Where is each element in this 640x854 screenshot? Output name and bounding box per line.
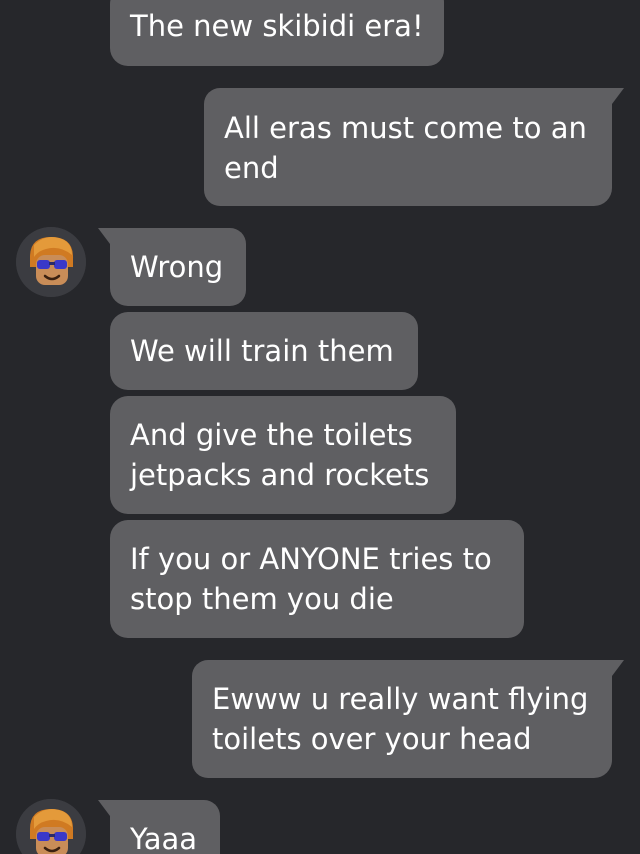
message-text: toilets over your head bbox=[212, 722, 532, 756]
message-text: stop them you die bbox=[130, 582, 394, 616]
message-text: And give the toilets bbox=[130, 418, 413, 452]
message-bubble-incoming[interactable]: Yaaa bbox=[98, 800, 220, 854]
message-bubble-outgoing[interactable]: All eras must come to an end bbox=[204, 88, 624, 206]
message-text: Ewww u really want flying bbox=[212, 682, 589, 716]
message-bubble-incoming[interactable]: And give the toilets jetpacks and rocket… bbox=[110, 396, 456, 514]
message-text: Yaaa bbox=[130, 822, 198, 854]
chat-thread: The new skibidi era! All eras must come … bbox=[0, 0, 640, 854]
message-bubble-incoming[interactable]: If you or ANYONE tries to stop them you … bbox=[110, 520, 524, 638]
avatar-image bbox=[16, 799, 86, 854]
user-avatar-icon[interactable] bbox=[16, 799, 86, 854]
message-text: We will train them bbox=[130, 334, 394, 368]
message-text: All eras must come to an bbox=[224, 111, 587, 145]
message-bubble-outgoing[interactable]: Ewww u really want flying toilets over y… bbox=[192, 660, 624, 778]
message-text: end bbox=[224, 151, 279, 185]
message-text: jetpacks and rockets bbox=[130, 458, 430, 492]
avatar-image bbox=[16, 227, 86, 297]
message-bubble-incoming[interactable]: We will train them bbox=[110, 312, 418, 390]
message-text: The new skibidi era! bbox=[130, 9, 424, 43]
user-avatar-icon[interactable] bbox=[16, 227, 86, 297]
message-text: Wrong bbox=[130, 250, 224, 284]
message-bubble-incoming[interactable]: The new skibidi era! bbox=[110, 0, 444, 66]
message-bubble-incoming[interactable]: Wrong bbox=[98, 228, 246, 306]
message-text: If you or ANYONE tries to bbox=[130, 542, 492, 576]
